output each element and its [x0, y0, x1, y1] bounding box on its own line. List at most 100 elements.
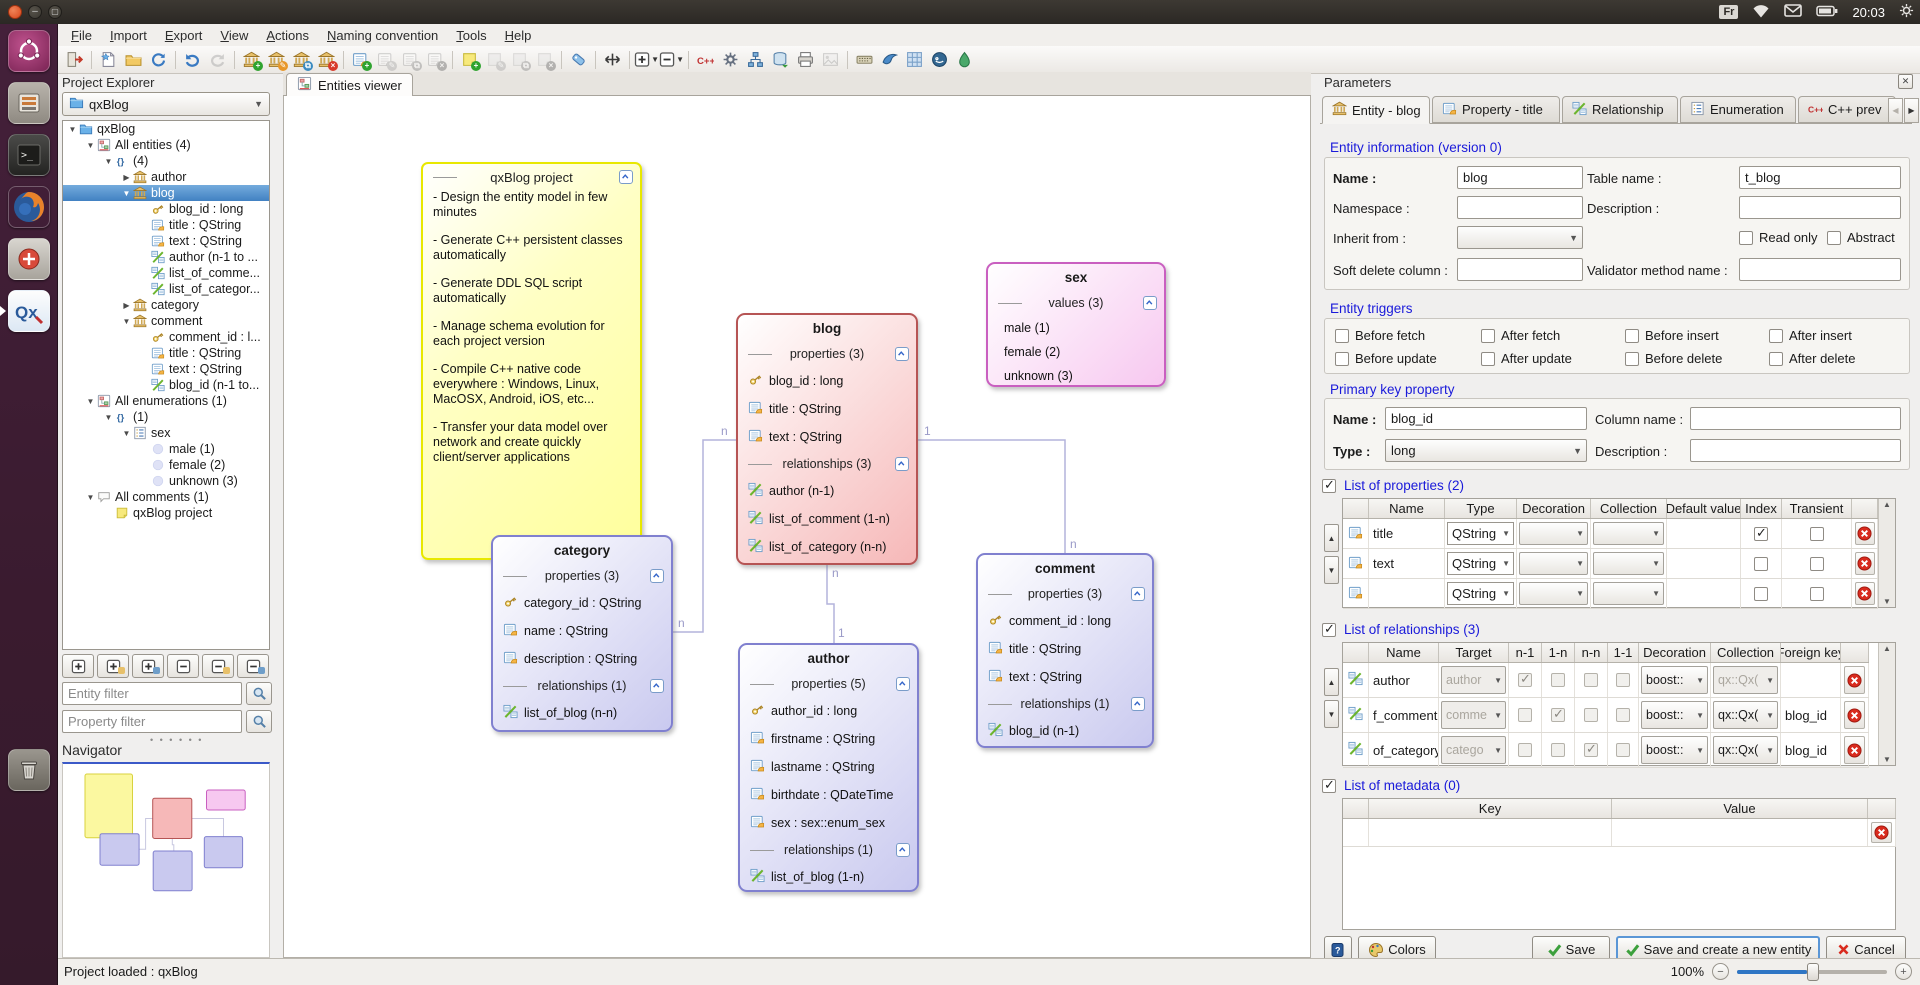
entity-member[interactable]: firstname : QString [740, 725, 917, 753]
tree-expander[interactable]: ▼ [67, 125, 78, 134]
tree-item-text-qstring[interactable]: text : QString [63, 233, 269, 249]
tab-scroll-left-button[interactable]: ◀ [1888, 98, 1903, 123]
tree-expander[interactable]: ▼ [85, 397, 96, 406]
navigator-minimap[interactable] [62, 762, 270, 958]
tab-enumeration[interactable]: Enumeration [1680, 96, 1796, 123]
add-entity-button[interactable]: + [239, 48, 264, 72]
project-note[interactable]: qxBlog project- Design the entity model … [421, 162, 642, 560]
cell-combo[interactable]: qx::Qx(▼ [1713, 701, 1778, 728]
entity-member[interactable]: author_id : long [740, 697, 917, 725]
dock-splitter-handle[interactable]: • • • • • • [150, 735, 203, 745]
collapse-icon[interactable] [895, 457, 909, 471]
tree-item-category[interactable]: ▶category [63, 297, 269, 313]
export-ddl-button[interactable] [768, 48, 793, 72]
property-filter-input[interactable]: Property filter [62, 710, 242, 733]
delete-row-button[interactable] [1844, 736, 1866, 763]
parameters-close-button[interactable]: ✕ [1898, 74, 1913, 89]
column-header[interactable]: Value [1612, 799, 1868, 818]
tree-item-blog[interactable]: ▼blog [63, 185, 269, 201]
relationship-move-up-button[interactable]: ▲ [1324, 668, 1339, 696]
collapse-icon[interactable] [896, 843, 910, 857]
collapse-icon[interactable] [650, 569, 664, 583]
db-postgresql-button[interactable] [927, 48, 952, 72]
tree-item-title-qstring[interactable]: title : QString [63, 217, 269, 233]
quit-button[interactable] [62, 48, 87, 72]
entity-member[interactable]: sex : sex::enum_sex [740, 809, 917, 837]
entity-box-sex[interactable]: sexvalues (3)male (1)female (2)unknown (… [986, 262, 1166, 387]
entity-member[interactable]: title : QString [978, 635, 1152, 663]
entity-member[interactable]: text : QString [978, 663, 1152, 691]
column-header[interactable]: Key [1369, 799, 1612, 818]
table-row[interactable]: authorauthor▼boost::▼qx::Qx(▼ [1343, 663, 1869, 698]
delete-row-button[interactable] [1855, 582, 1875, 605]
cell-checkbox[interactable] [1754, 527, 1768, 541]
zoom-slider[interactable] [1737, 970, 1887, 974]
soft-delete-field[interactable] [1457, 258, 1583, 281]
entity-member[interactable]: blog_id (n-1) [978, 717, 1152, 745]
tab-entity-blog[interactable]: Entity - blog [1322, 96, 1430, 124]
tree-item-blog-id-n-1-to-[interactable]: blog_id (n-1 to... [63, 377, 269, 393]
inherit-from-combo[interactable]: ▼ [1457, 226, 1583, 249]
launcher-firefox-icon[interactable] [8, 186, 50, 228]
expand-properties-button[interactable] [132, 654, 164, 678]
mail-icon[interactable] [1784, 4, 1802, 20]
column-header[interactable]: Foreign key [1781, 643, 1841, 662]
power-icon[interactable] [1899, 3, 1914, 21]
enum-value[interactable]: male (1) [988, 316, 1164, 340]
table-row[interactable]: f_commentcomme▼boost::▼qx::Qx(▼blog_id [1343, 698, 1869, 733]
column-header[interactable]: n-1 [1509, 643, 1542, 662]
tree-expander[interactable]: ▼ [103, 157, 114, 166]
menu-export[interactable]: Export [156, 26, 212, 45]
collapse-entities-button[interactable] [202, 654, 234, 678]
column-header[interactable]: Index [1741, 499, 1782, 518]
trigger-checkbox-before-fetch[interactable]: Before fetch [1335, 328, 1425, 343]
table-row[interactable]: of_categorycatego▼boost::▼qx::Qx(▼blog_i… [1343, 733, 1869, 768]
column-header[interactable] [1868, 799, 1896, 818]
table-row[interactable]: textQString▼▼▼ [1343, 549, 1878, 579]
namespace-field[interactable] [1457, 196, 1583, 219]
read-only-checkbox[interactable]: Read only [1739, 230, 1818, 245]
entity-member[interactable]: description : QString [493, 645, 671, 673]
cell-combo-edit[interactable]: QString▼ [1447, 522, 1514, 545]
entity-box-author[interactable]: authorproperties (5)author_id : longfirs… [738, 643, 919, 892]
column-header[interactable]: 1-n [1542, 643, 1575, 662]
column-header[interactable] [1343, 643, 1369, 662]
zoom-out-button[interactable]: − [1712, 963, 1729, 980]
entity-member[interactable]: list_of_comment (1-n) [738, 505, 916, 533]
cpp-preview-button[interactable]: C++ [693, 48, 718, 72]
tree-item-text-qstring[interactable]: text : QString [63, 361, 269, 377]
cell-combo-edit[interactable]: QString▼ [1447, 552, 1514, 575]
menu-naming-convention[interactable]: Naming convention [318, 26, 447, 45]
list-of-metadata-checkbox[interactable] [1322, 779, 1336, 793]
list-of-properties-checkbox[interactable] [1322, 479, 1336, 493]
tree-expander[interactable]: ▼ [121, 317, 132, 326]
cell-combo[interactable]: boost::▼ [1641, 701, 1708, 728]
export-network-button[interactable] [743, 48, 768, 72]
entity-box-comment[interactable]: commentproperties (3)comment_id : longti… [976, 553, 1154, 748]
collapse-icon[interactable] [1131, 587, 1145, 601]
db-mongodb-button[interactable] [952, 48, 977, 72]
tree-item-sex[interactable]: ▼sex [63, 425, 269, 441]
tree-item-all-comments-1-[interactable]: ▼All comments (1) [63, 489, 269, 505]
db-sqlite-button[interactable] [852, 48, 877, 72]
table-scrollbar[interactable]: ▲▼ [1878, 499, 1895, 607]
delete-row-button[interactable] [1855, 522, 1875, 545]
tree-item-female-2-[interactable]: female (2) [63, 457, 269, 473]
entity-name-field[interactable]: blog [1457, 166, 1583, 189]
entity-member[interactable]: title : QString [738, 395, 916, 423]
tree-expander[interactable]: ▼ [85, 493, 96, 502]
pk-name-field[interactable]: blog_id [1385, 407, 1587, 430]
trigger-checkbox-after-update[interactable]: After update [1481, 351, 1572, 366]
entity-member[interactable]: name : QString [493, 617, 671, 645]
tree-item-comment-id-l-[interactable]: comment_id : l... [63, 329, 269, 345]
cell-combo-edit[interactable]: QString▼ [1447, 582, 1514, 605]
collapse-all-button[interactable] [167, 654, 199, 678]
expand-all-button[interactable] [62, 654, 94, 678]
column-header[interactable]: n-n [1575, 643, 1608, 662]
cell-combo[interactable]: ▼ [1519, 582, 1588, 605]
relationship-move-down-button[interactable]: ▼ [1324, 700, 1339, 728]
column-header[interactable]: Name [1369, 499, 1445, 518]
add-label-button[interactable] [566, 48, 591, 72]
cell-checkbox[interactable] [1754, 557, 1768, 571]
table-row[interactable] [1343, 819, 1896, 847]
